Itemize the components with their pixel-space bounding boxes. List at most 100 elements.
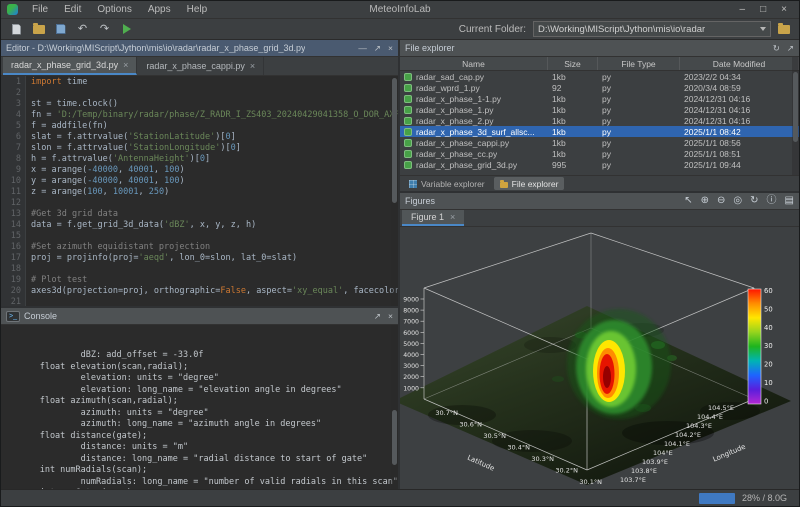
- menu-apps[interactable]: Apps: [140, 1, 179, 18]
- file-row[interactable]: radar_sad_cap.py1kbpy2023/2/2 04:34: [400, 71, 799, 82]
- console-scrollbar[interactable]: [391, 325, 398, 489]
- right-column: File explorer ↻ ↗ NameSizeFile TypeDate …: [400, 40, 799, 489]
- file-row[interactable]: radar_x_phase_1-1.py1kbpy2024/12/31 04:1…: [400, 93, 799, 104]
- file-date-cell: 2025/1/1 08:56: [680, 138, 799, 148]
- current-folder-label: Current Folder:: [459, 24, 526, 35]
- editor-scrollbar-thumb[interactable]: [392, 78, 397, 203]
- console-panel-title: Console: [24, 311, 57, 321]
- code-line: [31, 297, 398, 306]
- figure-canvas[interactable]: 90008000700060005000400030002000100030.7…: [400, 227, 799, 489]
- column-header[interactable]: Date Modified: [680, 57, 799, 70]
- lon-tick-label: 103.8°E: [631, 467, 657, 475]
- editor-tab[interactable]: radar_x_phase_cappi.py×: [138, 57, 264, 75]
- file-row[interactable]: radar_x_phase_cc.py1kbpy2025/1/1 08:51: [400, 148, 799, 159]
- console-panel: >_ Console ↗ × dBZ: add_offset = -33.0f …: [1, 308, 398, 489]
- current-folder-combobox[interactable]: D:\Working\MIScript\Jython\mis\io\radar: [533, 21, 771, 37]
- file-name-cell: radar_x_phase_cc.py: [400, 149, 548, 159]
- figures-tools: ↖ ⊕ ⊖ ◎ ↻ ⓘ ▤: [684, 196, 794, 206]
- lon-tick-label: 104°E: [653, 449, 673, 457]
- code-line: y = arange(-40000, 40001, 100): [31, 176, 398, 187]
- window-close-button[interactable]: ×: [781, 4, 787, 15]
- tab-close-icon[interactable]: ×: [123, 60, 128, 70]
- memory-usage-bar[interactable]: [699, 493, 735, 504]
- menu-options[interactable]: Options: [89, 1, 139, 18]
- code-line: f = addfile(fn): [31, 121, 398, 132]
- chevron-down-icon[interactable]: [760, 27, 766, 31]
- run-script-button[interactable]: [117, 21, 136, 38]
- file-name-cell: radar_x_phase_3d_surf_allsc...: [400, 127, 548, 137]
- py-file-icon: [404, 106, 412, 114]
- code-line: z = arange(100, 10001, 250): [31, 187, 398, 198]
- file-date-cell: 2025/1/1 09:44: [680, 160, 799, 170]
- radar-echo-volume: [567, 309, 671, 419]
- refresh-icon[interactable]: ↻: [773, 43, 780, 54]
- figures-panel-header: Figures ↖⊕⊖◎↻ⓘ▤: [400, 193, 799, 210]
- file-date-cell: 2024/12/31 04:16: [680, 94, 799, 104]
- rotate-icon[interactable]: ↻: [750, 196, 758, 206]
- file-size-cell: 995: [548, 160, 598, 170]
- editor-scrollbar[interactable]: [391, 76, 398, 306]
- identify-icon[interactable]: ⓘ: [767, 196, 777, 206]
- file-row[interactable]: radar_x_phase_cappi.py1kbpy2025/1/1 08:5…: [400, 137, 799, 148]
- file-row[interactable]: radar_wprd_1.py92py2020/3/4 08:59: [400, 82, 799, 93]
- editor-tab[interactable]: radar_x_phase_grid_3d.py×: [3, 57, 137, 75]
- window-maximize-button[interactable]: □: [760, 4, 766, 15]
- browse-folder-button[interactable]: [774, 21, 793, 38]
- column-header[interactable]: File Type: [598, 57, 680, 70]
- full-extent-icon[interactable]: ◎: [733, 196, 742, 206]
- menu-help[interactable]: Help: [179, 1, 216, 18]
- code-line: [31, 264, 398, 275]
- table-icon: [409, 180, 417, 188]
- panel-close-icon[interactable]: ×: [388, 311, 393, 321]
- figure-tab[interactable]: Figure 1 ×: [402, 210, 464, 226]
- file-explorer-panel: File explorer ↻ ↗ NameSizeFile TypeDate …: [400, 40, 799, 193]
- file-size-cell: 1kb: [548, 116, 598, 126]
- z-tick-label: 6000: [403, 330, 419, 337]
- tab-variable-explorer[interactable]: Variable explorer: [403, 177, 491, 190]
- lon-tick-label: 104.2°E: [675, 431, 701, 439]
- panel-minimize-icon[interactable]: —: [358, 43, 367, 53]
- save-button[interactable]: [51, 21, 70, 38]
- menu-edit[interactable]: Edit: [56, 1, 89, 18]
- panel-float-icon[interactable]: ↗: [374, 43, 381, 54]
- console-output[interactable]: dBZ: add_offset = -33.0f float elevation…: [1, 325, 398, 489]
- console-lines: dBZ: add_offset = -33.0f float elevation…: [9, 350, 390, 489]
- figure-3d-plot[interactable]: 90008000700060005000400030002000100030.7…: [400, 227, 799, 489]
- column-header[interactable]: Name: [400, 57, 548, 70]
- code-line: h = f.attrvalue('AntennaHeight')[0]: [31, 154, 398, 165]
- file-row[interactable]: radar_x_phase_3d_surf_allsc...1kbpy2025/…: [400, 126, 799, 137]
- code-editor[interactable]: import time st = time.clock()fn = 'D:/Te…: [26, 76, 398, 306]
- new-figure-icon[interactable]: ▤: [785, 196, 794, 206]
- file-type-cell: py: [598, 149, 680, 159]
- open-file-button[interactable]: [29, 21, 48, 38]
- file-size-cell: 1kb: [548, 138, 598, 148]
- tab-close-icon[interactable]: ×: [250, 61, 255, 71]
- window-minimize-button[interactable]: –: [740, 4, 746, 15]
- panel-float-icon[interactable]: ↗: [787, 43, 794, 54]
- tab-file-explorer[interactable]: File explorer: [494, 177, 565, 190]
- column-header[interactable]: Size: [548, 57, 598, 70]
- editor-gutter[interactable]: 123456789101112131415161718192021: [1, 76, 26, 306]
- panel-float-icon[interactable]: ↗: [374, 311, 381, 322]
- file-row[interactable]: radar_x_phase_1.py1kbpy2024/12/31 04:16: [400, 104, 799, 115]
- new-file-button[interactable]: [7, 21, 26, 38]
- console-line: distance: long_name = "radial distance t…: [9, 454, 390, 466]
- file-table-body: radar_sad_cap.py1kbpy2023/2/2 04:34radar…: [400, 71, 799, 170]
- menu-file[interactable]: File: [24, 1, 56, 18]
- py-file-icon: [404, 84, 412, 92]
- undo-button[interactable]: ↶: [73, 21, 92, 38]
- panel-close-icon[interactable]: ×: [388, 43, 393, 53]
- file-row[interactable]: radar_x_phase_grid_3d.py995py2025/1/1 09…: [400, 159, 799, 170]
- redo-button[interactable]: ↷: [95, 21, 114, 38]
- file-row[interactable]: radar_x_phase_2.py1kbpy2024/12/31 04:16: [400, 115, 799, 126]
- colorbar-tick-label: 20: [764, 361, 773, 369]
- select-arrow-icon[interactable]: ↖: [684, 196, 692, 206]
- file-list-scrollbar[interactable]: [792, 57, 799, 175]
- file-list-scrollbar-thumb[interactable]: [793, 72, 798, 142]
- zoom-in-icon[interactable]: ⊕: [701, 196, 709, 206]
- tab-close-icon[interactable]: ×: [450, 212, 455, 222]
- console-scrollbar-thumb[interactable]: [392, 410, 397, 465]
- zoom-out-icon[interactable]: ⊖: [717, 196, 725, 206]
- py-file-icon: [404, 161, 412, 169]
- lon-tick-label: 104.4°E: [697, 413, 723, 421]
